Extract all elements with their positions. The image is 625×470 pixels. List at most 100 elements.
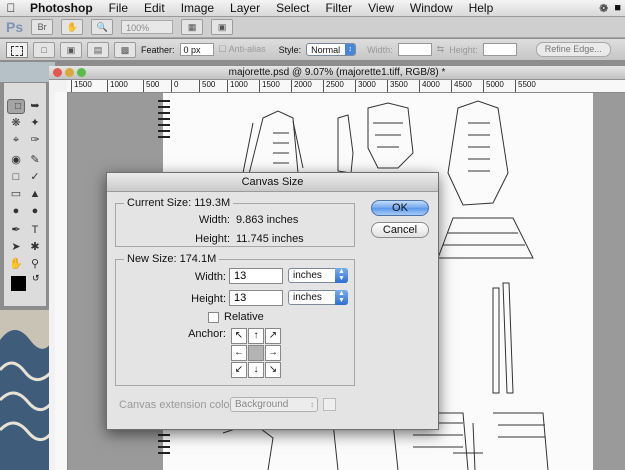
pen-tool-icon[interactable]: ✒ — [7, 223, 25, 238]
new-selection-icon[interactable]: □ — [33, 41, 55, 58]
add-selection-icon[interactable]: ▣ — [60, 41, 82, 58]
swap-colors-icon[interactable]: ↺ — [32, 273, 40, 284]
zoom-tool-icon[interactable]: ⚲ — [26, 257, 44, 272]
rect-marquee-tool-icon[interactable]: □ — [7, 99, 25, 114]
zoom-level-select[interactable]: 100% — [121, 20, 174, 34]
select-arrows-icon: ▲ ▼ — [335, 290, 348, 305]
height-input[interactable] — [482, 43, 517, 56]
feather-label: Feather: — [141, 44, 175, 55]
current-height-label: Height: — [195, 233, 230, 245]
healing-brush-tool-icon[interactable]: ◉ — [7, 153, 25, 168]
bridge-button[interactable]: Br — [31, 19, 54, 35]
brush-tool-icon[interactable]: ✎ — [26, 153, 44, 168]
ruler-tick: 2000 — [291, 80, 312, 92]
new-height-label: Height: — [191, 293, 226, 305]
anchor-top-right-icon[interactable]: ↗ — [265, 328, 281, 344]
anchor-left-icon[interactable]: ← — [231, 345, 247, 361]
arrange-documents-button[interactable]: ▦ — [181, 19, 204, 35]
ok-button[interactable]: OK — [371, 200, 429, 216]
zoom-window-icon[interactable] — [77, 68, 86, 77]
move-tool-icon[interactable]: ➥ — [26, 99, 44, 114]
width-unit-value: inches — [293, 270, 322, 281]
anchor-right-icon[interactable]: → — [265, 345, 281, 361]
blur-tool-icon[interactable]: ● — [7, 204, 25, 219]
relative-label: Relative — [224, 311, 264, 323]
quick-select-tool-icon[interactable]: ✦ — [26, 116, 44, 131]
type-tool-icon[interactable]: T — [26, 223, 44, 238]
close-window-icon[interactable] — [53, 68, 62, 77]
eraser-tool-icon[interactable]: ▭ — [7, 187, 25, 202]
ruler-tick: 5500 — [515, 80, 536, 92]
apple-menu-icon[interactable]:  — [0, 1, 22, 15]
history-brush-tool-icon[interactable]: ✓ — [26, 170, 44, 185]
select-arrows-icon: ↕ — [345, 44, 356, 55]
current-width-value: 9.863 inches — [236, 214, 299, 226]
eyedropper-tool-icon[interactable]: ✑ — [26, 133, 44, 148]
menu-layer[interactable]: Layer — [222, 0, 268, 16]
ruler-tick: 5000 — [483, 80, 504, 92]
width-unit-select[interactable]: inches ▲ ▼ — [288, 268, 348, 283]
lasso-tool-icon[interactable]: ❋ — [7, 116, 25, 131]
menu-filter[interactable]: Filter — [317, 0, 360, 16]
menu-file[interactable]: File — [101, 0, 136, 16]
menu-image[interactable]: Image — [173, 0, 222, 16]
ruler-tick: 1000 — [107, 80, 128, 92]
width-input[interactable] — [397, 43, 432, 56]
anchor-bottom-left-icon[interactable]: ↙ — [231, 362, 247, 378]
ruler-tick: 500 — [143, 80, 159, 92]
intersect-selection-icon[interactable]: ▩ — [114, 41, 136, 58]
swap-icon[interactable]: ⇆ — [437, 44, 445, 55]
marquee-preset-picker[interactable] — [6, 41, 28, 58]
adobe-menu-icon[interactable]: ■ — [614, 2, 621, 15]
crop-tool-icon[interactable]: ⌖ — [7, 133, 25, 148]
status-menu-icon[interactable]: ❁ — [599, 2, 608, 15]
hand-tool-icon[interactable]: ✋ — [7, 257, 25, 272]
clone-stamp-tool-icon[interactable]: □ — [7, 170, 25, 185]
extension-color-select[interactable]: Background ↕ — [230, 397, 318, 412]
new-height-input[interactable] — [229, 290, 283, 306]
antialias-checkbox[interactable]: ☐ Anti-alias — [219, 44, 266, 55]
ruler-tick: 3000 — [355, 80, 376, 92]
relative-checkbox[interactable] — [208, 312, 219, 323]
extension-color-swatch[interactable] — [323, 398, 336, 411]
application-bar: Ps Br ✋ 🔍 100% ▦ ▣ — [0, 17, 625, 38]
anchor-bottom-icon[interactable]: ↓ — [248, 362, 264, 378]
style-select[interactable]: Normal ↕ — [306, 43, 357, 56]
anchor-bottom-right-icon[interactable]: ↘ — [265, 362, 281, 378]
menu-select[interactable]: Select — [268, 0, 317, 16]
hand-view-button[interactable]: ✋ — [61, 19, 84, 35]
foreground-color-swatch[interactable] — [11, 276, 26, 291]
refine-edge-button[interactable]: Refine Edge... — [535, 42, 611, 57]
anchor-label: Anchor: — [188, 328, 226, 340]
ruler-tick: 0 — [171, 80, 178, 92]
subtract-selection-icon[interactable]: ▤ — [87, 41, 109, 58]
dodge-tool-icon[interactable]: ● — [26, 204, 44, 219]
new-size-group: New Size: 174.1M Width: inches ▲▼ Height… — [115, 253, 355, 386]
feather-input[interactable]: 0 px — [179, 43, 214, 56]
menu-view[interactable]: View — [360, 0, 402, 16]
cancel-button[interactable]: Cancel — [371, 222, 429, 238]
menu-edit[interactable]: Edit — [136, 0, 173, 16]
ruler-tick: 1000 — [227, 80, 248, 92]
shape-tool-icon[interactable]: ✱ — [26, 240, 44, 255]
ruler-tick: 500 — [199, 80, 215, 92]
new-width-input[interactable] — [229, 268, 283, 284]
menu-window[interactable]: Window — [402, 0, 461, 16]
height-unit-value: inches — [293, 292, 322, 303]
paint-bucket-tool-icon[interactable]: ▲ — [26, 187, 44, 202]
anchor-center-icon[interactable] — [248, 345, 264, 361]
minimize-window-icon[interactable] — [65, 68, 74, 77]
anchor-top-icon[interactable]: ↑ — [248, 328, 264, 344]
select-arrows-icon: ▲ ▼ — [335, 268, 348, 283]
path-select-tool-icon[interactable]: ➤ — [7, 240, 25, 255]
zoom-view-button[interactable]: 🔍 — [91, 19, 114, 35]
rect-marquee-icon — [11, 45, 23, 56]
height-unit-select[interactable]: inches ▲ ▼ — [288, 290, 348, 305]
style-label: Style: — [278, 44, 302, 55]
menu-bar:  Photoshop File Edit Image Layer Select… — [0, 0, 625, 17]
screen-mode-button[interactable]: ▣ — [211, 19, 234, 35]
menu-photoshop[interactable]: Photoshop — [22, 0, 101, 16]
photoshop-logo: Ps — [6, 19, 24, 35]
anchor-top-left-icon[interactable]: ↖ — [231, 328, 247, 344]
menu-help[interactable]: Help — [461, 0, 502, 16]
